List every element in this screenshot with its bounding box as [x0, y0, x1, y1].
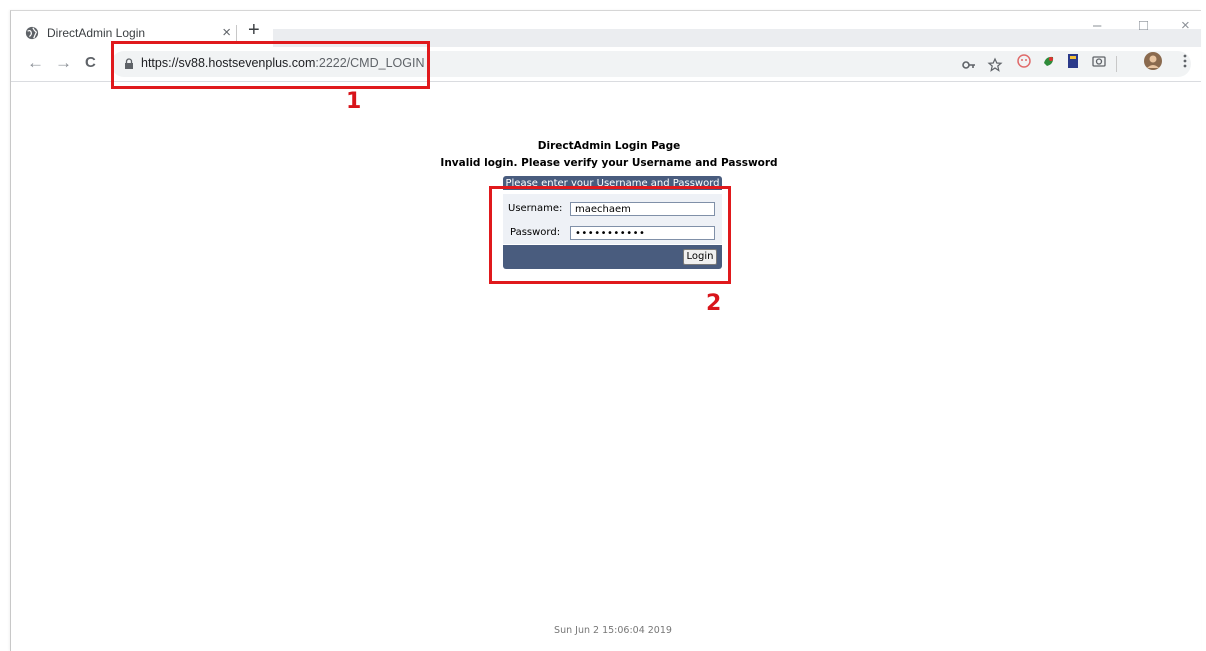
- highlight-box-url: [111, 41, 430, 89]
- page-title: DirectAdmin Login Page: [537, 140, 681, 152]
- toolbar-divider: [1116, 56, 1117, 72]
- new-tab-button[interactable]: +: [248, 20, 260, 40]
- extension-icon[interactable]: [1016, 53, 1032, 69]
- extension-icon[interactable]: [1065, 53, 1081, 69]
- close-window-button[interactable]: ×: [1181, 17, 1190, 34]
- login-error-message: Invalid login. Please verify your Userna…: [440, 157, 778, 169]
- minimize-button[interactable]: –: [1093, 17, 1101, 34]
- tab-close-icon[interactable]: ×: [222, 24, 231, 41]
- reload-button[interactable]: C: [85, 54, 96, 72]
- annotation-number-1: 1: [346, 89, 362, 114]
- browser-window: DirectAdmin Login × + – □ × ← → C https:…: [10, 10, 1201, 651]
- key-icon[interactable]: [961, 57, 977, 73]
- tab-title: DirectAdmin Login: [47, 26, 146, 40]
- globe-icon: [25, 26, 39, 40]
- forward-button[interactable]: →: [55, 54, 72, 72]
- star-icon[interactable]: [987, 57, 1003, 73]
- maximize-button[interactable]: □: [1139, 17, 1148, 34]
- extension-icon[interactable]: [1041, 53, 1057, 69]
- tab-separator: [236, 25, 237, 41]
- camera-icon[interactable]: [1091, 53, 1107, 69]
- server-timestamp: Sun Jun 2 15:06:04 2019: [554, 625, 672, 636]
- profile-avatar-icon[interactable]: [1144, 52, 1162, 70]
- highlight-box-login-form: [489, 186, 731, 284]
- annotation-number-2: 2: [706, 291, 722, 316]
- back-button[interactable]: ←: [27, 54, 44, 72]
- menu-icon[interactable]: [1177, 53, 1193, 69]
